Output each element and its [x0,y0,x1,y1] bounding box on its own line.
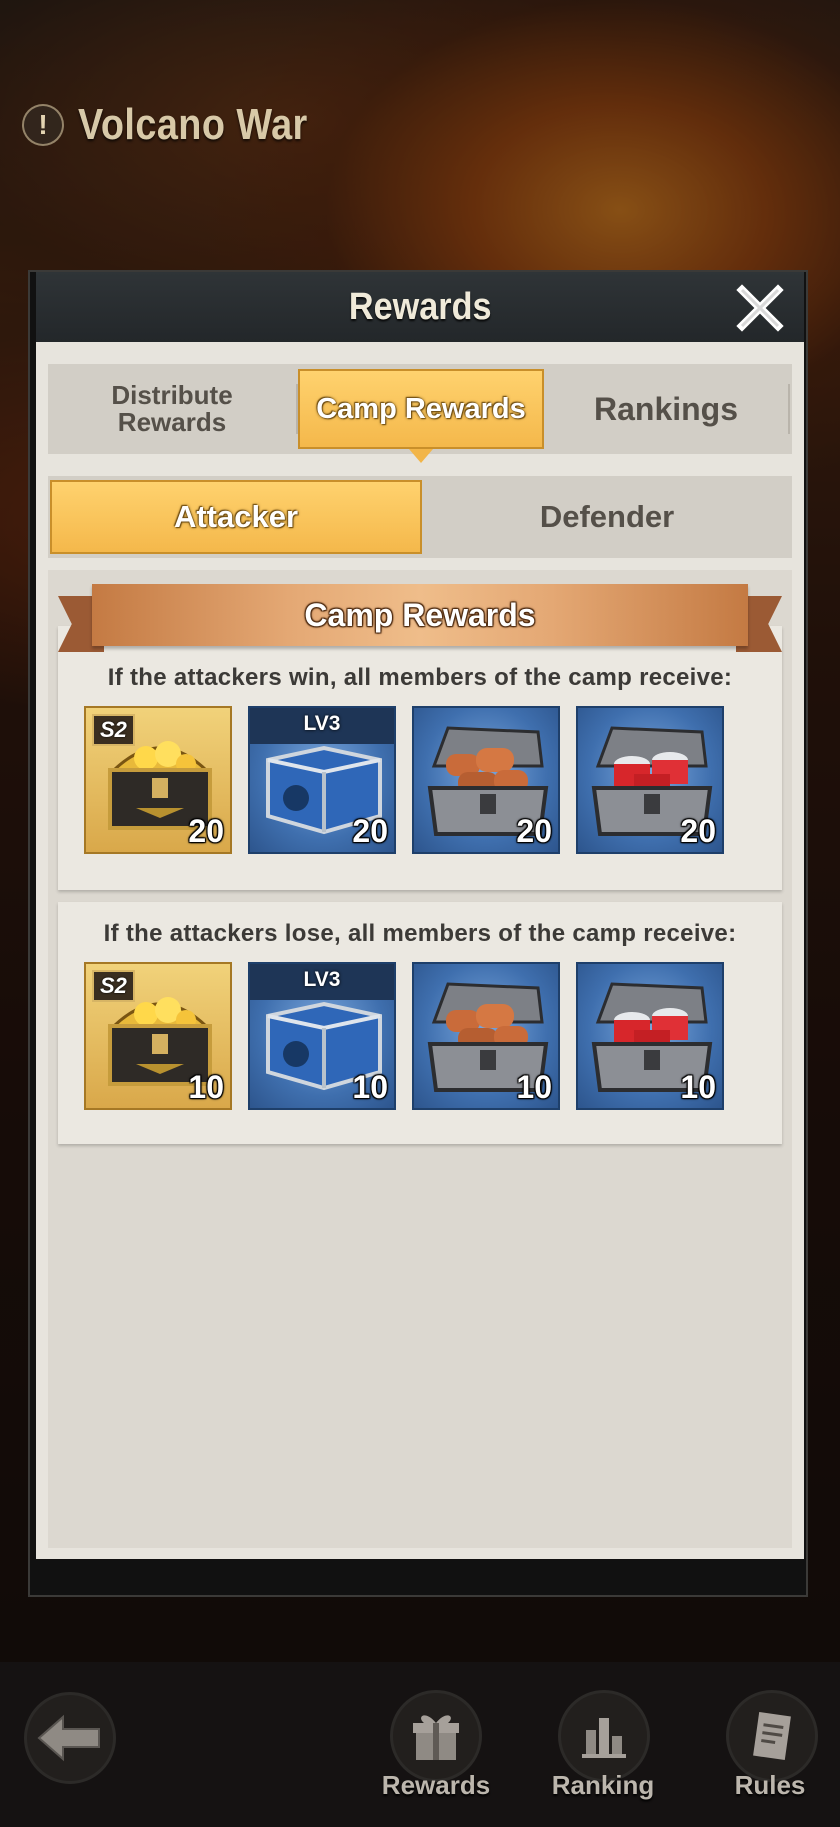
ranking-nav-button[interactable] [558,1690,650,1782]
reward-item[interactable]: 10 [412,962,560,1110]
item-quantity: 20 [188,813,224,849]
tab-label: Camp Rewards [316,392,526,425]
tab-distribute-rewards[interactable]: Distribute Rewards [48,364,296,454]
season-badge: S2 [92,970,135,1002]
rewards-modal: Rewards Distribute Rewards Camp Rewards … [28,270,808,1597]
reward-item[interactable]: S2 20 [84,706,232,854]
section-title: Camp Rewards [304,596,536,633]
back-button[interactable] [24,1692,116,1784]
reward-item[interactable]: LV3 20 [248,706,396,854]
tab-attacker[interactable]: Attacker [50,480,422,554]
lose-condition-text: If the attackers lose, all members of th… [103,920,737,947]
gift-icon [413,1715,459,1760]
rewards-content: If the attackers win, all members of the… [48,570,792,1548]
level-badge: LV3 [303,712,341,735]
reward-item[interactable]: 10 [576,962,724,1110]
event-title: Volcano War [78,100,308,149]
reward-item[interactable]: S2 10 [84,962,232,1110]
item-quantity: 10 [516,1069,552,1105]
main-tabbar: Distribute Rewards Camp Rewards Rankings [48,364,792,463]
item-quantity: 20 [516,813,552,849]
ranking-nav-label: Ranking [551,1770,655,1800]
lose-items-list: S2 10 LV3 10 10 10 [58,962,782,1110]
win-condition-text: If the attackers win, all members of the… [107,664,733,691]
rewards-nav-label: Rewards [381,1770,491,1800]
item-quantity: 20 [680,813,716,849]
tab-rankings[interactable]: Rankings [544,364,788,454]
win-items-list: S2 20 LV3 20 20 20 [58,706,782,854]
item-quantity: 10 [188,1069,224,1105]
tab-divider [788,384,790,434]
rules-document-icon [753,1711,791,1761]
lose-rewards-section: If the attackers lose, all members of th… [58,902,782,1144]
item-quantity: 20 [352,813,388,849]
tab-label: Distribute Rewards [111,380,233,437]
ranking-bars-icon [582,1718,626,1758]
tab-label: Rankings [593,390,739,427]
tab-label: Attacker [173,499,299,534]
modal-panel: Distribute Rewards Camp Rewards Rankings… [36,342,804,1559]
season-badge: S2 [92,714,135,746]
close-icon [736,284,784,332]
back-arrow-icon [37,1714,100,1762]
bottom-navigation: Rewards Ranking Rules [0,1662,840,1827]
rules-nav-label: Rules [734,1770,806,1800]
tab-defender[interactable]: Defender [422,480,792,554]
rewards-nav-button[interactable] [390,1690,482,1782]
tab-label: Defender [539,499,675,534]
modal-title: Rewards [348,285,492,328]
win-rewards-section: If the attackers win, all members of the… [58,626,782,890]
role-tabbar: Attacker Defender [48,476,792,558]
event-header: ! Volcano War [22,100,345,150]
item-quantity: 10 [352,1069,388,1105]
rules-nav-button[interactable] [726,1690,818,1782]
tab-camp-rewards[interactable]: Camp Rewards [298,369,544,463]
close-button[interactable] [734,282,786,334]
camp-rewards-ribbon: Camp Rewards [48,584,792,654]
reward-item[interactable]: 20 [412,706,560,854]
level-badge: LV3 [303,968,341,991]
reward-item[interactable]: 20 [576,706,724,854]
alert-icon[interactable]: ! [22,104,64,146]
modal-header: Rewards [36,272,804,342]
reward-item[interactable]: LV3 10 [248,962,396,1110]
item-quantity: 10 [680,1069,716,1105]
ribbon-banner: Camp Rewards [92,584,748,646]
